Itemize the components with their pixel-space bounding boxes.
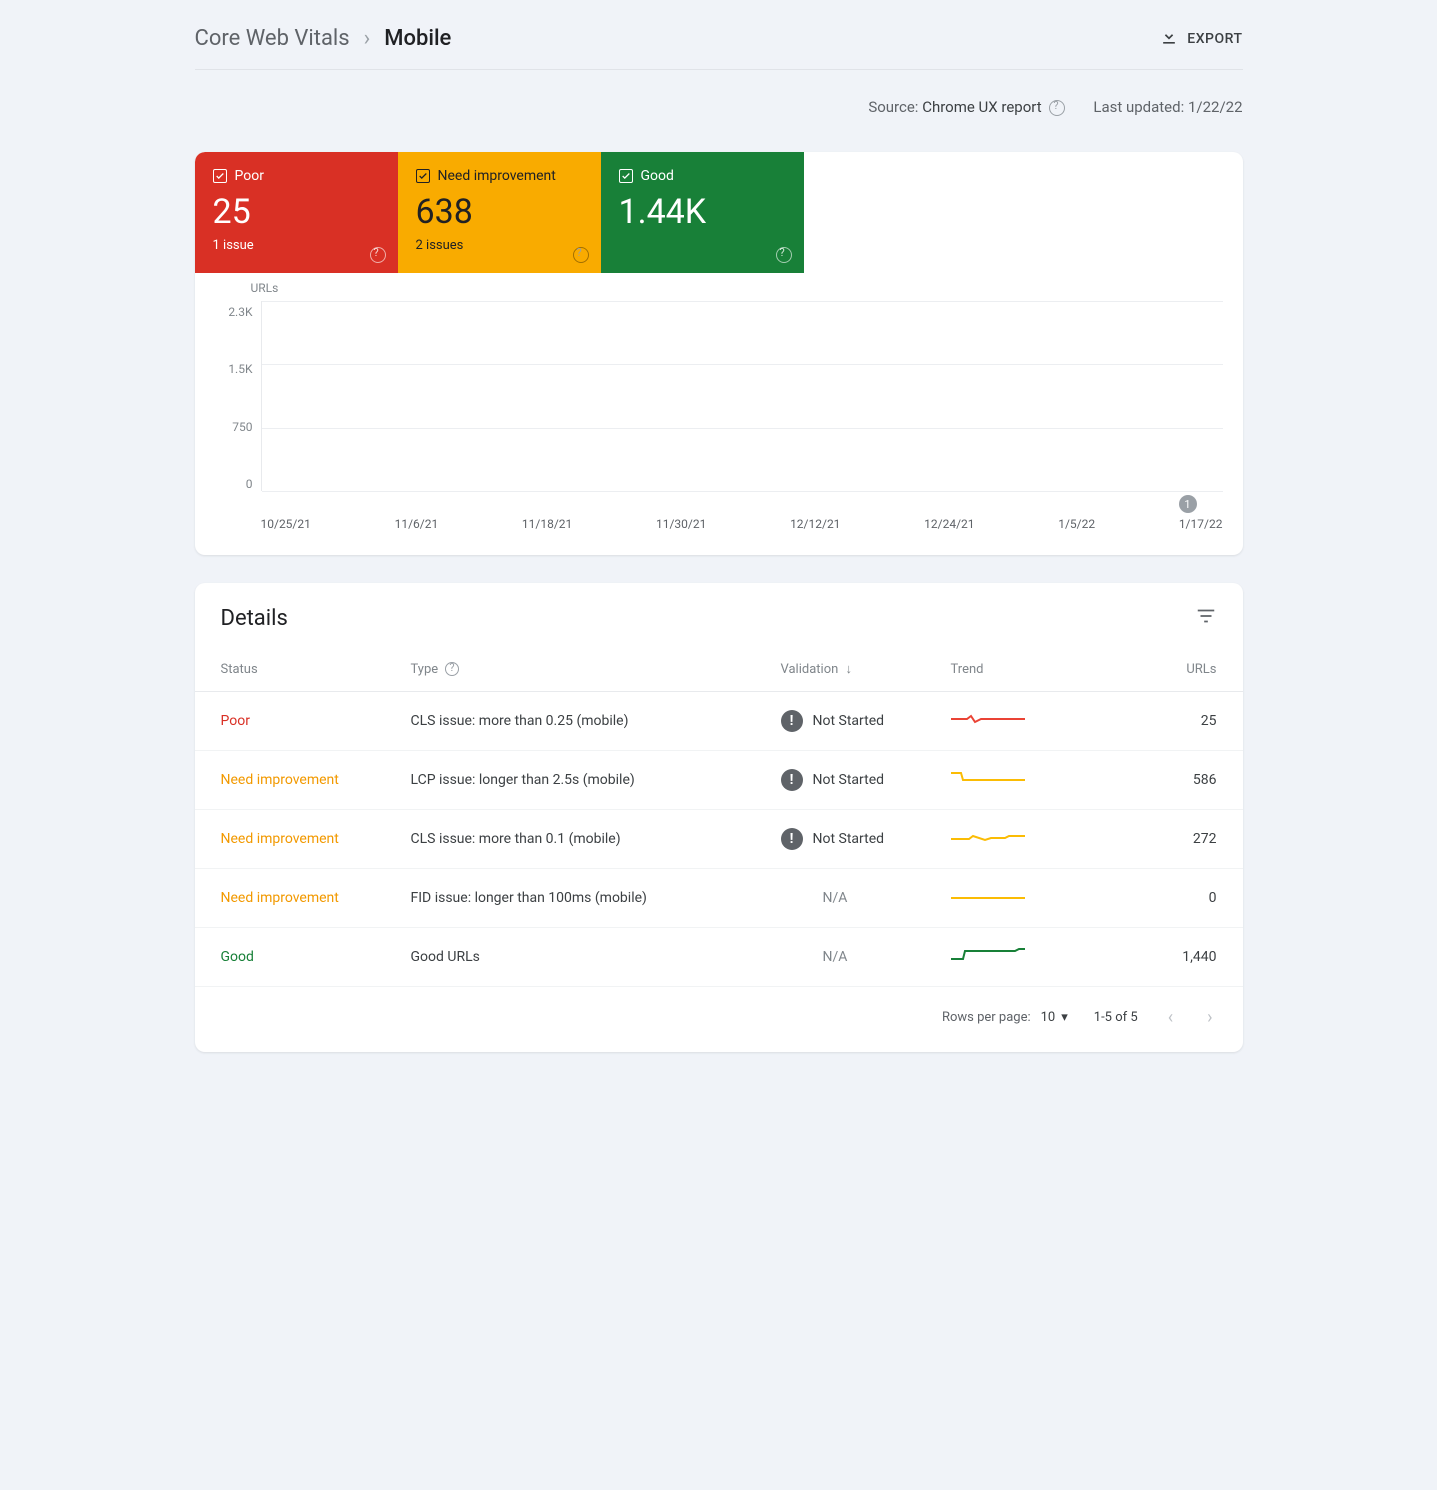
summary-tiles: Poor 25 1 issue Need improvement 638 2 i… bbox=[195, 152, 1243, 273]
tile-sub: 1 issue bbox=[213, 238, 380, 253]
tile-label: Poor bbox=[235, 168, 264, 184]
help-icon[interactable] bbox=[776, 247, 792, 263]
cell-urls: 586 bbox=[1065, 751, 1243, 810]
chart-xticks: 10/25/2111/6/2111/18/2111/30/2112/12/211… bbox=[261, 517, 1223, 531]
cell-status: Need improvement bbox=[195, 869, 385, 928]
table-row[interactable]: PoorCLS issue: more than 0.25 (mobile)!N… bbox=[195, 692, 1243, 751]
tile-label: Need improvement bbox=[438, 168, 556, 184]
cell-urls: 1,440 bbox=[1065, 928, 1243, 987]
breadcrumb-current: Mobile bbox=[384, 26, 451, 51]
cell-urls: 25 bbox=[1065, 692, 1243, 751]
cell-status: Need improvement bbox=[195, 810, 385, 869]
cell-trend bbox=[925, 810, 1065, 869]
help-icon[interactable] bbox=[370, 247, 386, 263]
tile-value: 1.44K bbox=[619, 192, 786, 232]
table-row[interactable]: Need improvementCLS issue: more than 0.1… bbox=[195, 810, 1243, 869]
tile-value: 638 bbox=[416, 192, 583, 232]
tile-value: 25 bbox=[213, 192, 380, 232]
download-icon bbox=[1159, 27, 1179, 51]
checkbox-icon[interactable] bbox=[619, 169, 633, 183]
chart-yticks: 2.3K1.5K7500 bbox=[215, 301, 261, 491]
table-row[interactable]: GoodGood URLsN/A 1,440 bbox=[195, 928, 1243, 987]
cell-status: Good bbox=[195, 928, 385, 987]
export-button[interactable]: EXPORT bbox=[1159, 27, 1242, 51]
cell-status: Poor bbox=[195, 692, 385, 751]
meta-row: Source: Chrome UX report Last updated: 1… bbox=[195, 70, 1243, 152]
rows-per-page-select[interactable]: 10 ▾ bbox=[1041, 1010, 1068, 1025]
tile-sub: 2 issues bbox=[416, 238, 583, 253]
last-updated: Last updated: 1/22/22 bbox=[1093, 98, 1242, 116]
source-info: Source: Chrome UX report bbox=[868, 98, 1065, 116]
next-page-button[interactable]: › bbox=[1203, 1003, 1216, 1032]
checkbox-icon[interactable] bbox=[213, 169, 227, 183]
cell-trend bbox=[925, 928, 1065, 987]
cell-trend bbox=[925, 751, 1065, 810]
source-value[interactable]: Chrome UX report bbox=[922, 98, 1041, 116]
alert-icon: ! bbox=[781, 828, 803, 850]
rows-per-page-label: Rows per page: bbox=[942, 1010, 1031, 1025]
breadcrumb-root[interactable]: Core Web Vitals bbox=[195, 26, 350, 51]
cell-status: Need improvement bbox=[195, 751, 385, 810]
tile-need-improvement[interactable]: Need improvement 638 2 issues bbox=[398, 152, 601, 273]
cell-urls: 0 bbox=[1065, 869, 1243, 928]
cell-type: Good URLs bbox=[385, 928, 755, 987]
sort-down-icon: ↓ bbox=[846, 662, 853, 677]
caret-down-icon: ▾ bbox=[1061, 1010, 1068, 1025]
help-icon[interactable] bbox=[445, 662, 459, 676]
breadcrumb: Core Web Vitals › Mobile bbox=[195, 26, 452, 51]
col-status[interactable]: Status bbox=[195, 641, 385, 692]
cell-type: CLS issue: more than 0.25 (mobile) bbox=[385, 692, 755, 751]
page-header: Core Web Vitals › Mobile EXPORT bbox=[195, 20, 1243, 70]
col-type[interactable]: Type bbox=[385, 641, 755, 692]
help-icon[interactable] bbox=[1049, 100, 1065, 116]
cell-validation: N/A bbox=[755, 928, 925, 987]
summary-card: Poor 25 1 issue Need improvement 638 2 i… bbox=[195, 152, 1243, 555]
filter-icon[interactable] bbox=[1195, 605, 1217, 631]
alert-icon: ! bbox=[781, 769, 803, 791]
tile-poor[interactable]: Poor 25 1 issue bbox=[195, 152, 398, 273]
cell-trend bbox=[925, 869, 1065, 928]
checkbox-icon[interactable] bbox=[416, 169, 430, 183]
cell-validation: !Not Started bbox=[755, 692, 925, 751]
tile-label: Good bbox=[641, 168, 674, 184]
col-urls[interactable]: URLs bbox=[1065, 641, 1243, 692]
help-icon[interactable] bbox=[573, 247, 589, 263]
pager-range: 1-5 of 5 bbox=[1094, 1010, 1138, 1025]
cell-validation: N/A bbox=[755, 869, 925, 928]
details-card: Details Status Type Validation ↓ Trend bbox=[195, 583, 1243, 1052]
cell-trend bbox=[925, 692, 1065, 751]
prev-page-button[interactable]: ‹ bbox=[1164, 1003, 1177, 1032]
table-row[interactable]: Need improvementFID issue: longer than 1… bbox=[195, 869, 1243, 928]
table-row[interactable]: Need improvementLCP issue: longer than 2… bbox=[195, 751, 1243, 810]
cell-type: LCP issue: longer than 2.5s (mobile) bbox=[385, 751, 755, 810]
urls-chart: URLs 2.3K1.5K7500 1 10/25/2111/6/2111/18… bbox=[195, 273, 1243, 555]
chart-plot[interactable]: 1 bbox=[261, 301, 1223, 491]
details-title: Details bbox=[221, 606, 288, 631]
chevron-right-icon: › bbox=[364, 26, 371, 51]
cell-urls: 272 bbox=[1065, 810, 1243, 869]
col-trend[interactable]: Trend bbox=[925, 641, 1065, 692]
cell-validation: !Not Started bbox=[755, 810, 925, 869]
chart-ylabel: URLs bbox=[251, 281, 1223, 295]
details-table: Status Type Validation ↓ Trend URLs Poor… bbox=[195, 641, 1243, 987]
export-label: EXPORT bbox=[1187, 31, 1242, 47]
cell-validation: !Not Started bbox=[755, 751, 925, 810]
annotation-badge[interactable]: 1 bbox=[1179, 495, 1197, 513]
cell-type: FID issue: longer than 100ms (mobile) bbox=[385, 869, 755, 928]
cell-type: CLS issue: more than 0.1 (mobile) bbox=[385, 810, 755, 869]
col-validation[interactable]: Validation ↓ bbox=[755, 641, 925, 692]
alert-icon: ! bbox=[781, 710, 803, 732]
table-pager: Rows per page: 10 ▾ 1-5 of 5 ‹ › bbox=[195, 987, 1243, 1052]
tile-good[interactable]: Good 1.44K bbox=[601, 152, 804, 273]
